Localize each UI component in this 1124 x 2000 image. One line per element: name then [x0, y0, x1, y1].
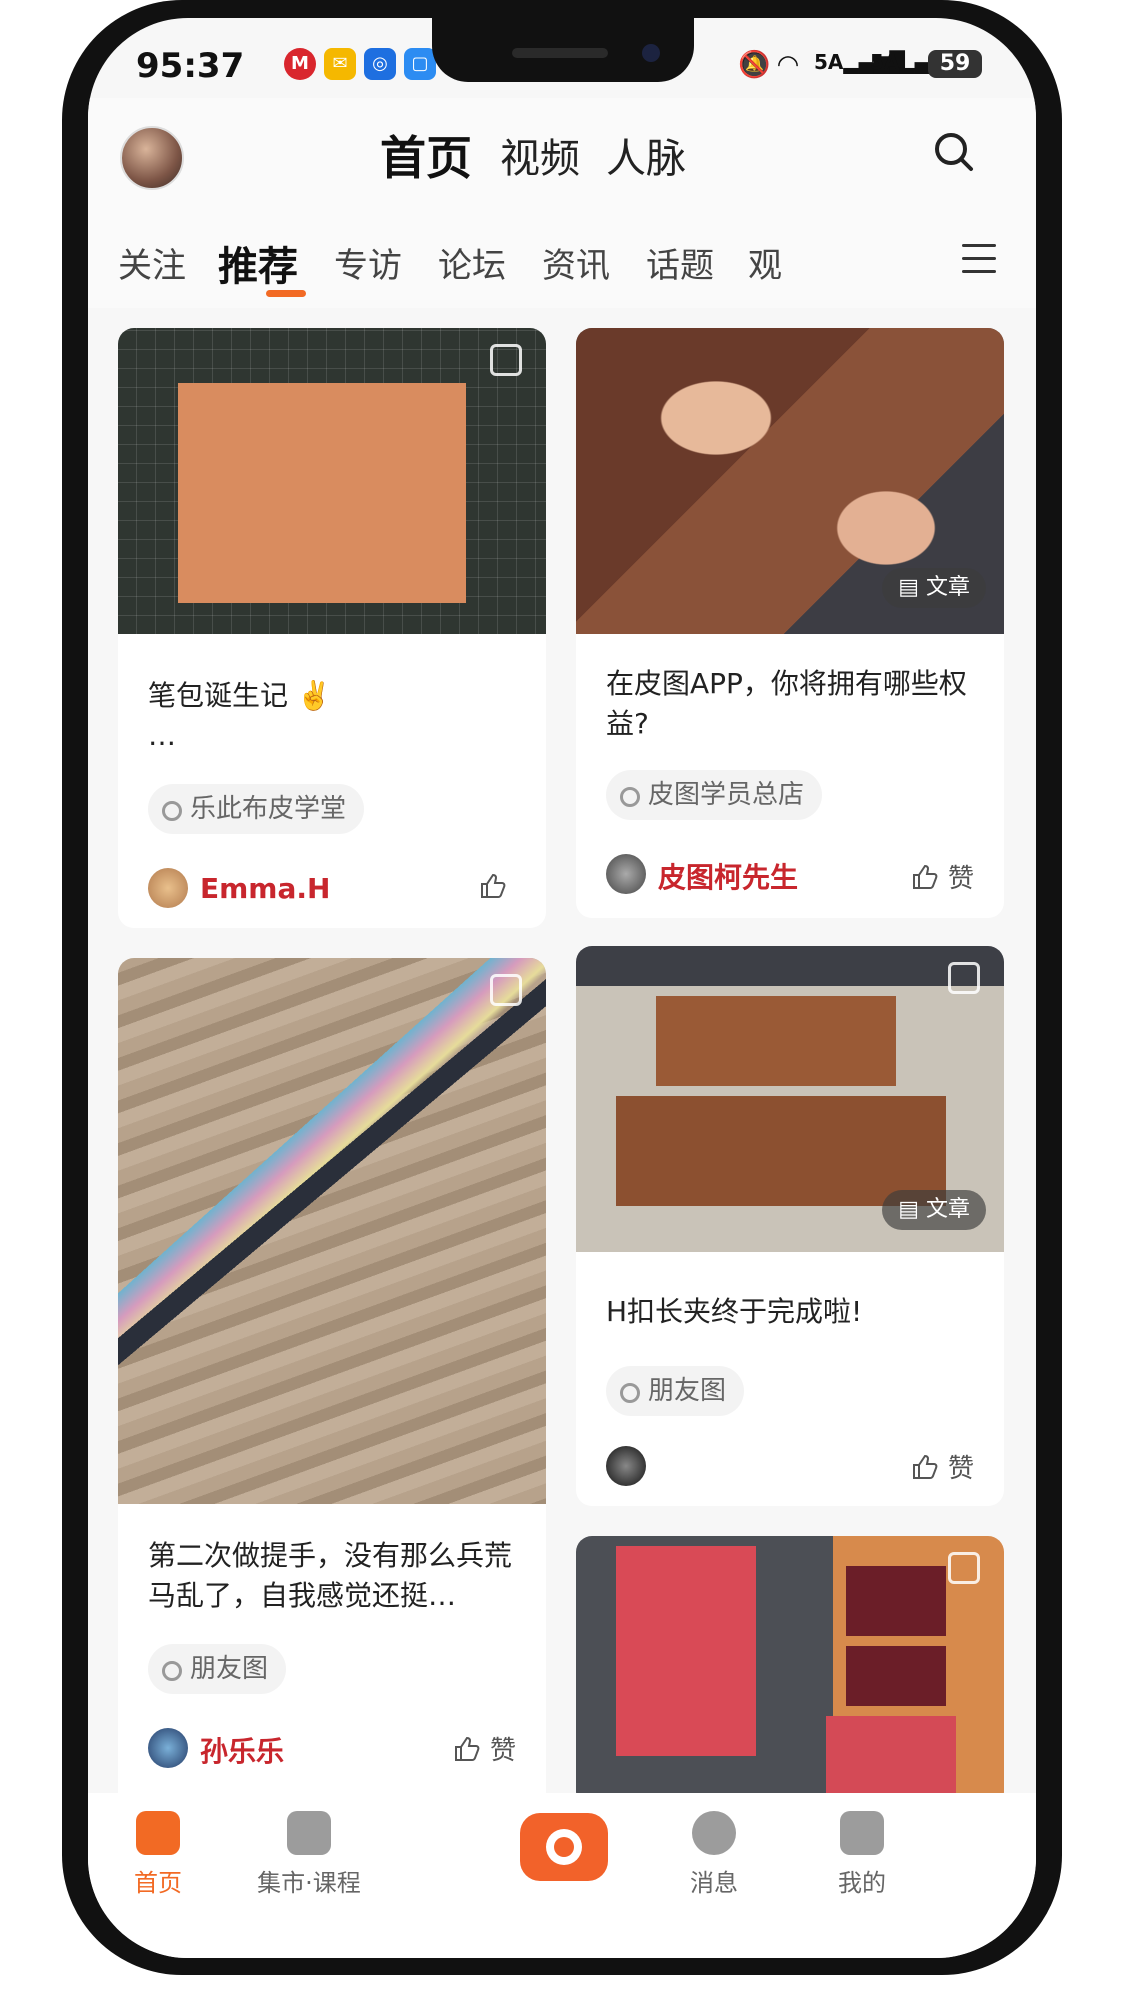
circle-tag[interactable]: 朋友图 — [606, 1366, 745, 1416]
circle-icon — [620, 787, 640, 807]
feed-card[interactable]: ▤ 文章 在皮图APP，你将拥有哪些权益? 皮图学员总店 皮图柯先生 赞 — [576, 328, 1004, 918]
app-notification-icon: M — [284, 48, 316, 80]
like-button[interactable]: 赞 — [910, 1448, 974, 1485]
post-title: 笔包诞生记 ✌️ — [148, 679, 332, 712]
feed-card[interactable]: 第二次做提手，没有那么兵荒马乱了，自我感觉还挺… 朋友图 孙乐乐 赞 — [118, 958, 546, 1808]
mute-icon: 🔕 — [738, 50, 771, 80]
thumb-up-icon — [912, 864, 938, 889]
tab-follow[interactable]: 关注 — [118, 238, 186, 287]
active-tab-indicator — [266, 290, 306, 297]
post-title: 第二次做提手，没有那么兵荒马乱了，自我感觉还挺… — [148, 1539, 513, 1612]
like-button[interactable]: 赞 — [452, 1730, 516, 1767]
circle-tag[interactable]: 皮图学员总店 — [606, 770, 823, 820]
nav-home[interactable]: 首页 — [380, 122, 472, 188]
article-badge: ▤ 文章 — [882, 568, 986, 608]
post-title-ellipsis: … — [148, 719, 176, 752]
app-notification-icon: ◎ — [364, 48, 396, 80]
author-avatar[interactable] — [606, 854, 646, 894]
like-button[interactable] — [478, 872, 516, 903]
author-avatar[interactable] — [606, 1446, 646, 1486]
top-header: 首页 视频 人脉 — [88, 98, 1036, 208]
post-image — [118, 958, 546, 1504]
mail-icon: ✉ — [324, 48, 356, 80]
feed-card[interactable]: ▤ 文章 H扣长夹终于完成啦! 朋友图 赞 — [576, 946, 1004, 1506]
circle-tag[interactable]: 朋友图 — [148, 1644, 287, 1694]
post-title: H扣长夹终于完成啦! — [606, 1295, 863, 1328]
author-avatar[interactable] — [148, 1728, 188, 1768]
user-avatar[interactable] — [120, 126, 184, 190]
circle-icon — [162, 1661, 182, 1681]
shop-icon — [287, 1811, 331, 1855]
search-icon[interactable] — [934, 132, 974, 172]
tab-interview[interactable]: 专访 — [334, 238, 402, 287]
circle-icon — [162, 801, 182, 821]
category-tabs: 关注 推荐 专访 论坛 资讯 话题 观 — [88, 208, 1036, 308]
nav-video[interactable]: 视频 — [500, 126, 580, 184]
message-icon — [692, 1811, 736, 1855]
tab-forum[interactable]: 论坛 — [438, 238, 506, 287]
front-camera — [642, 44, 660, 62]
thumb-up-icon — [454, 1736, 480, 1761]
multi-image-icon — [490, 974, 522, 1006]
multi-image-icon — [948, 962, 980, 994]
notch — [432, 18, 694, 82]
bottom-nav-me[interactable]: 我的 — [792, 1811, 932, 1898]
home-icon — [136, 1811, 180, 1855]
battery-indicator: 59 — [928, 50, 982, 78]
bottom-nav-home[interactable]: 首页 — [88, 1811, 228, 1898]
bottom-nav-messages[interactable]: 消息 — [644, 1811, 784, 1898]
menu-icon[interactable] — [962, 244, 996, 274]
nav-network[interactable]: 人脉 — [606, 126, 686, 184]
like-button[interactable]: 赞 — [910, 858, 974, 895]
feed-card[interactable] — [576, 1536, 1004, 1808]
author-name[interactable]: 孙乐乐 — [200, 1730, 284, 1770]
tab-recommend[interactable]: 推荐 — [218, 234, 298, 292]
app-screen: 95:37 M ✉ ◎ ▢ 🔕 ◠ 5A▂▄▆█ 5A▂▄▆█ 59 首页 视频… — [88, 18, 1036, 1958]
wifi-icon: ◠ — [778, 50, 798, 80]
tab-news[interactable]: 资讯 — [542, 238, 610, 287]
bottom-nav-market[interactable]: 集市·课程 — [234, 1811, 384, 1898]
bottom-nav: 首页 集市·课程 消息 我的 — [88, 1793, 1036, 1958]
article-badge: ▤ 文章 — [882, 1190, 986, 1230]
author-avatar[interactable] — [148, 868, 188, 908]
thumb-up-icon — [912, 1454, 938, 1479]
tab-more[interactable]: 观 — [748, 238, 782, 287]
post-image — [118, 328, 546, 634]
circle-icon — [620, 1383, 640, 1403]
tab-topics[interactable]: 话题 — [646, 238, 714, 287]
author-name[interactable]: Emma.H — [200, 872, 330, 905]
status-time: 95:37 — [136, 46, 245, 86]
circle-tag[interactable]: 乐此布皮学堂 — [148, 784, 365, 834]
post-image — [576, 1536, 1004, 1808]
author-name[interactable]: 皮图柯先生 — [658, 856, 798, 896]
feed-card[interactable]: 笔包诞生记 ✌️ … 乐此布皮学堂 Emma.H — [118, 328, 546, 928]
message-app-icon: ▢ — [404, 48, 436, 80]
post-title: 在皮图APP，你将拥有哪些权益? — [606, 667, 967, 740]
multi-image-icon — [490, 344, 522, 376]
thumb-up-icon — [481, 873, 506, 898]
speaker — [512, 48, 608, 58]
publish-camera-button[interactable] — [520, 1813, 608, 1881]
multi-image-icon — [948, 1552, 980, 1584]
profile-icon — [840, 1811, 884, 1855]
camera-icon — [546, 1829, 582, 1865]
